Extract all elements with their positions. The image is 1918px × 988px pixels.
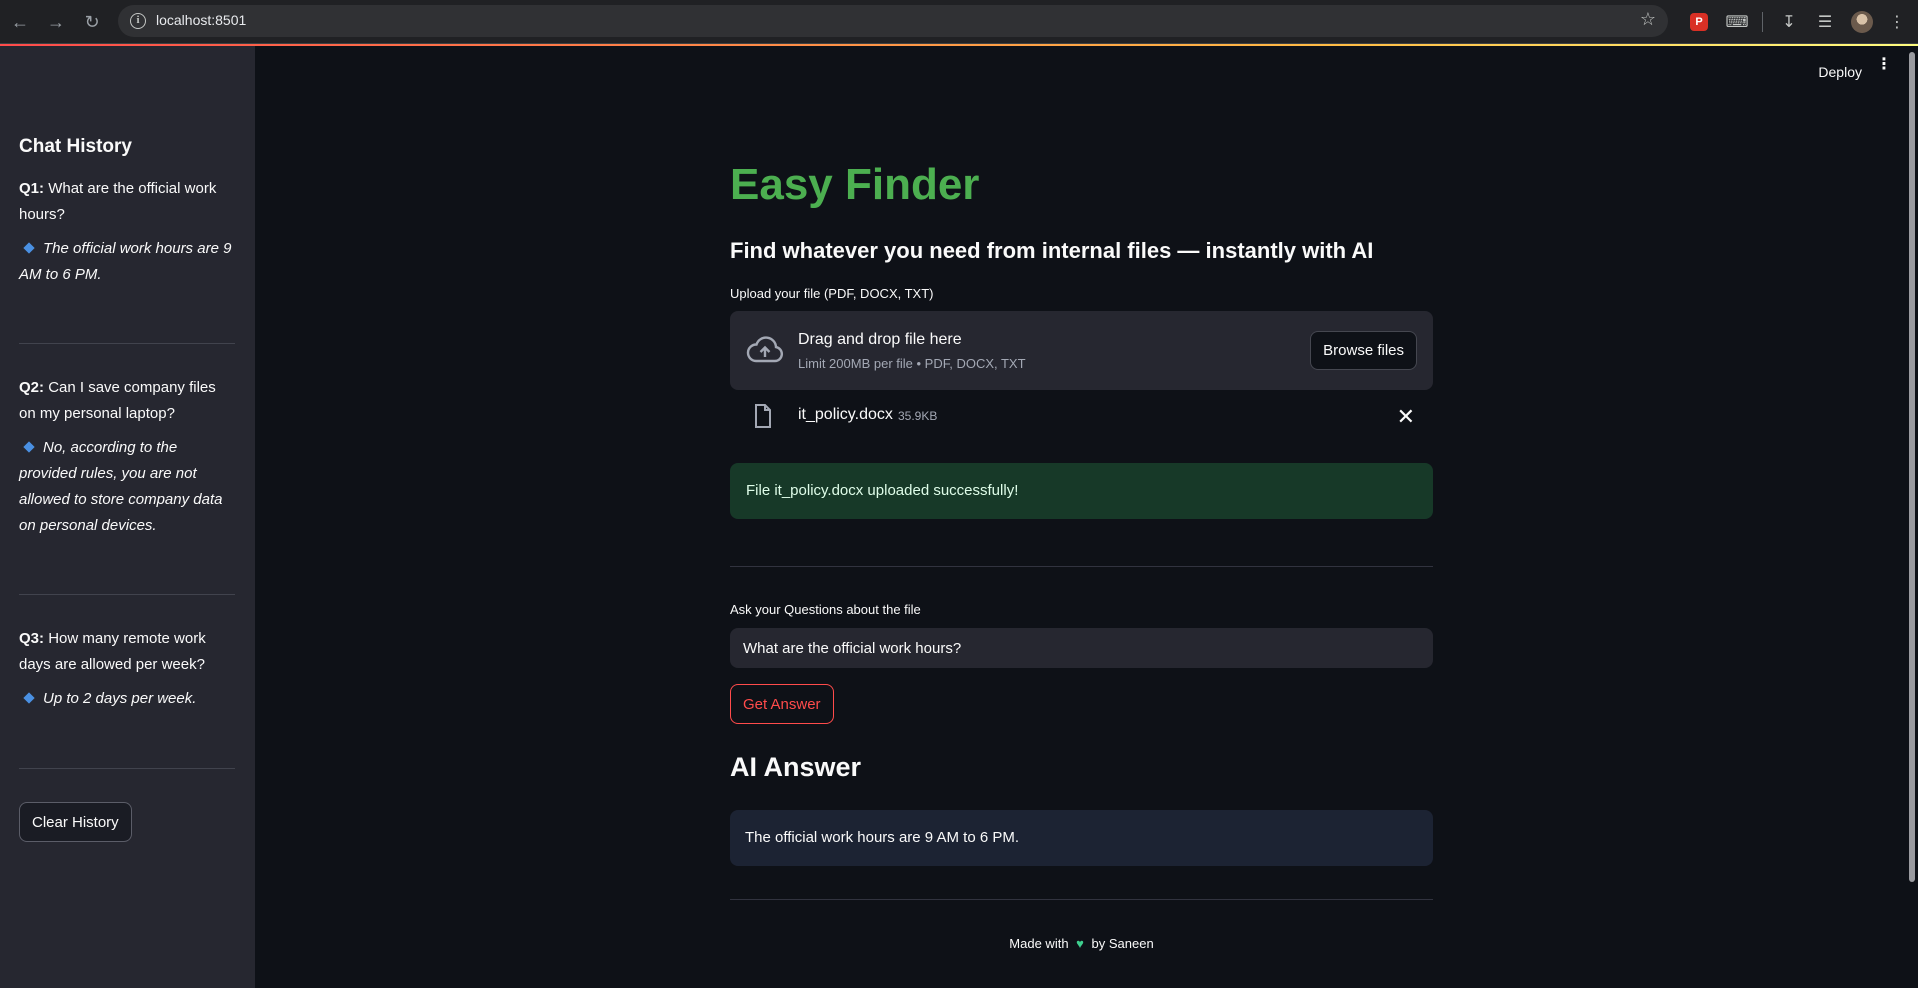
uploaded-file-row: it_policy.docx 35.9KB ✕ — [730, 402, 1433, 442]
remove-file-icon[interactable]: ✕ — [1397, 404, 1415, 430]
divider — [19, 343, 235, 344]
browser-toolbar: ← → ↻ i localhost:8501 ☆ P ⌨ ↧ ☰ ⋮ — [0, 0, 1918, 44]
forward-icon[interactable]: → — [42, 8, 70, 36]
url-text[interactable]: localhost:8501 — [156, 12, 246, 28]
heart-icon: ♥ — [1076, 936, 1084, 951]
profile-avatar[interactable] — [1851, 11, 1873, 33]
upload-label: Upload your file (PDF, DOCX, TXT) — [730, 286, 934, 301]
file-dropzone[interactable]: Drag and drop file here Limit 200MB per … — [730, 311, 1433, 390]
success-alert: File it_policy.docx uploaded successfull… — [730, 463, 1433, 519]
scrollbar[interactable] — [1909, 52, 1915, 882]
history-item-2: Q2: Can I save company files on my perso… — [19, 375, 235, 539]
question-label: Ask your Questions about the file — [730, 602, 921, 617]
question-prefix: Q1: — [19, 180, 45, 197]
address-bar[interactable]: i localhost:8501 ☆ — [118, 5, 1668, 37]
get-answer-button[interactable]: Get Answer — [730, 684, 834, 724]
divider — [730, 566, 1433, 567]
answer-text: The official work hours are 9 AM to 6 PM… — [19, 240, 232, 283]
downloads-icon[interactable]: ↧ — [1776, 9, 1802, 35]
divider — [730, 899, 1433, 900]
ai-answer-box: The official work hours are 9 AM to 6 PM… — [730, 810, 1433, 866]
toolbar-divider — [1762, 12, 1763, 32]
question-text: What are the official work hours? — [19, 180, 217, 223]
question-text: How many remote work days are allowed pe… — [19, 630, 206, 673]
drop-text: Drag and drop file here — [798, 331, 962, 348]
question-prefix: Q3: — [19, 630, 45, 647]
ai-answer-heading: AI Answer — [730, 752, 862, 782]
history-item-1: Q1: What are the official work hours? Th… — [19, 176, 235, 288]
app-header-decoration — [0, 44, 1918, 46]
limit-text: Limit 200MB per file • PDF, DOCX, TXT — [798, 356, 1026, 371]
page-title: Easy Finder — [730, 160, 980, 209]
page-subtitle: Find whatever you need from internal fil… — [730, 238, 1374, 263]
question-input[interactable] — [730, 628, 1433, 668]
question-prefix: Q2: — [19, 379, 45, 396]
back-icon[interactable]: ← — [6, 8, 34, 36]
bookmark-star-icon[interactable]: ☆ — [1640, 9, 1656, 30]
answer-text: Up to 2 days per week. — [43, 690, 197, 707]
site-info-icon[interactable]: i — [130, 13, 146, 29]
media-queue-icon[interactable]: ☰ — [1812, 9, 1838, 35]
browse-files-button[interactable]: Browse files — [1310, 331, 1417, 370]
file-icon — [755, 404, 771, 428]
deploy-button[interactable]: Deploy — [1818, 64, 1862, 80]
divider — [19, 594, 235, 595]
diamond-icon — [23, 692, 35, 704]
sidebar: Chat History Q1: What are the official w… — [0, 46, 255, 988]
file-name: it_policy.docx — [798, 406, 893, 423]
main-menu-icon[interactable]: ⋮ — [1876, 57, 1892, 73]
sidebar-title: Chat History — [19, 136, 132, 157]
footer-text-post: by Saneen — [1091, 936, 1154, 951]
reload-icon[interactable]: ↻ — [78, 8, 106, 36]
footer-text-pre: Made with — [1009, 936, 1069, 951]
diamond-icon — [23, 441, 35, 453]
question-text: Can I save company files on my personal … — [19, 379, 216, 422]
footer: Made with ♥ by Saneen — [730, 936, 1433, 951]
browser-menu-icon[interactable]: ⋮ — [1884, 9, 1910, 35]
diamond-icon — [23, 242, 35, 254]
answer-text: No, according to the provided rules, you… — [19, 439, 223, 534]
history-item-3: Q3: How many remote work days are allowe… — [19, 626, 235, 712]
divider — [19, 768, 235, 769]
file-size: 35.9KB — [898, 409, 938, 423]
clear-history-button[interactable]: Clear History — [19, 802, 132, 842]
extensions-puzzle-icon[interactable]: ⌨ — [1724, 9, 1750, 35]
extension-red-icon[interactable]: P — [1690, 13, 1708, 31]
cloud-upload-icon — [746, 336, 784, 363]
